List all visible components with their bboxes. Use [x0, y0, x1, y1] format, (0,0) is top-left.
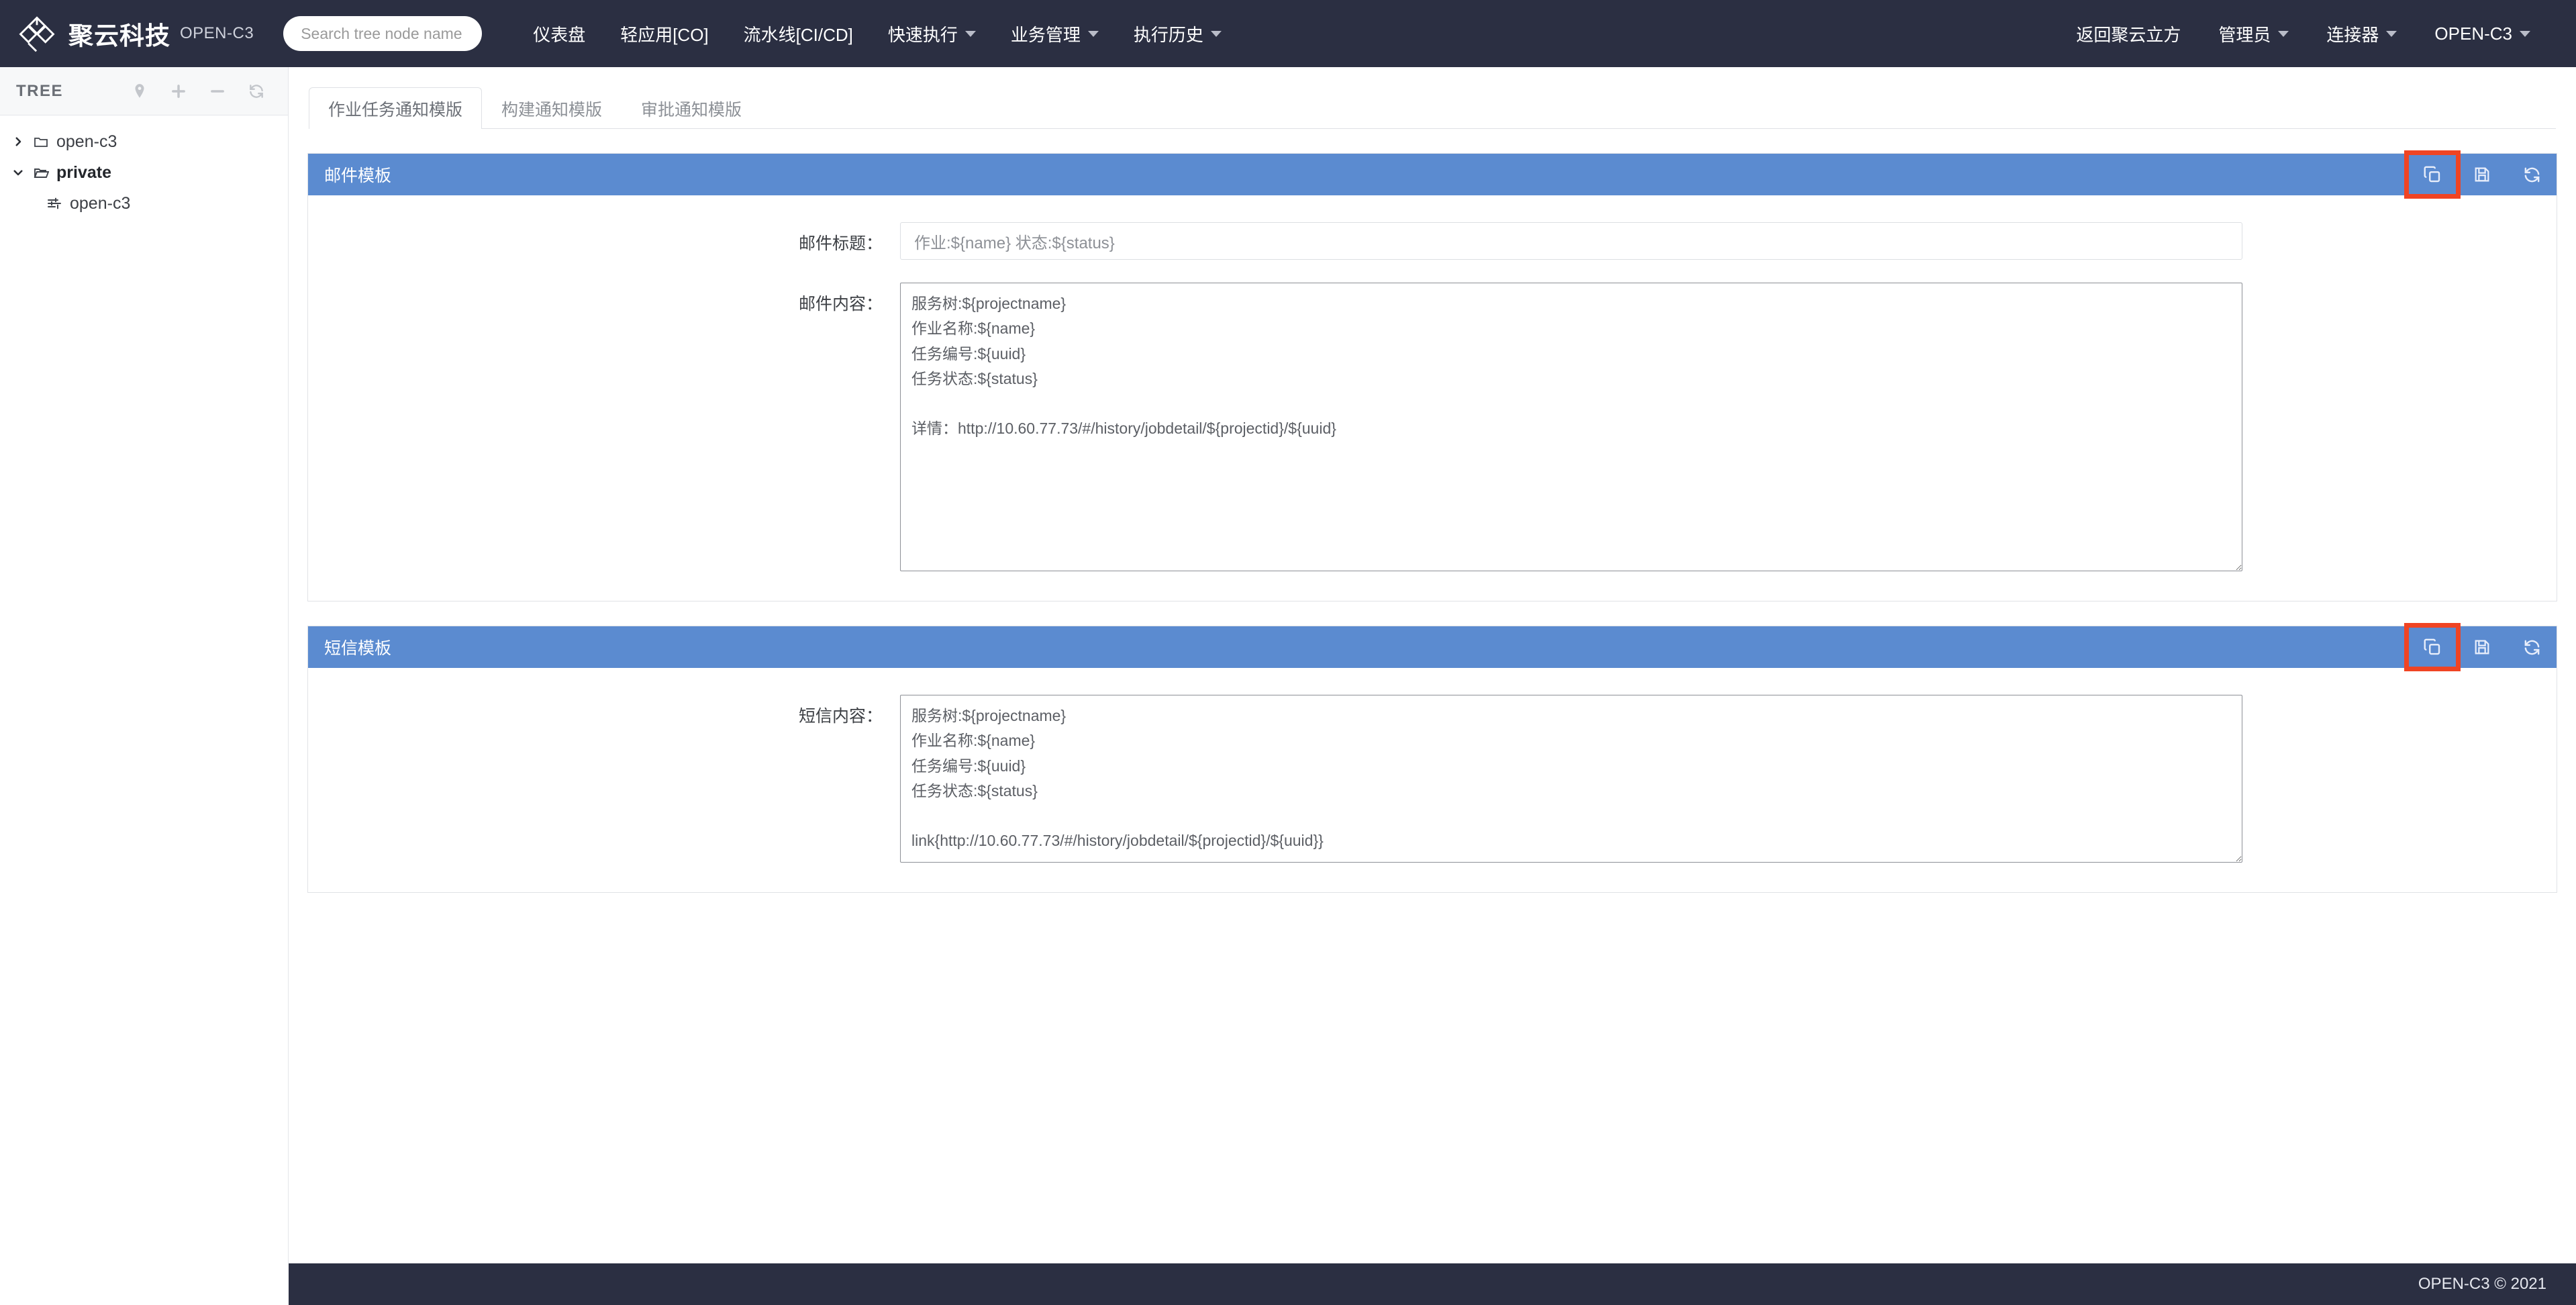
- page-footer: OPEN-C3 © 2021: [289, 1263, 2576, 1305]
- save-icon[interactable]: [2457, 626, 2507, 668]
- chevron-down-icon: [2278, 31, 2289, 37]
- folder-closed-icon: [30, 134, 52, 150]
- tab-label: 审批通知模版: [641, 97, 742, 121]
- tree-node-label: open-c3: [56, 134, 117, 150]
- secondary-nav-items: 返回聚云立方 管理员 连接器 OPEN-C3: [2057, 21, 2549, 46]
- nav-item-label: OPEN-C3: [2434, 23, 2512, 44]
- nav-item-quick-execute[interactable]: 快速执行: [871, 21, 993, 46]
- email-subject-input[interactable]: [900, 222, 2242, 260]
- nav-item-label: 流水线[CI/CD]: [744, 21, 853, 46]
- refresh-icon[interactable]: [2507, 154, 2557, 195]
- chevron-down-icon: [965, 31, 976, 37]
- nav-item-label: 仪表盘: [533, 21, 585, 46]
- email-content-textarea[interactable]: 服务树:${projectname} 作业名称:${name} 任务编号:${u…: [900, 283, 2242, 571]
- location-pin-icon[interactable]: [120, 72, 159, 111]
- refresh-icon[interactable]: [237, 72, 276, 111]
- nav-item-return-to-juyun[interactable]: 返回聚云立方: [2057, 21, 2199, 46]
- primary-nav-items: 仪表盘 轻应用[CO] 流水线[CI/CD] 快速执行 业务管理 执行历史: [515, 21, 1239, 46]
- footer-left-spacer: [0, 1263, 289, 1305]
- tab-label: 作业任务通知模版: [328, 97, 462, 121]
- main-content-area: 作业任务通知模版 构建通知模版 审批通知模版 邮件模板: [289, 67, 2576, 1305]
- sliders-icon: [43, 195, 66, 211]
- sms-panel-title: 短信模板: [324, 635, 391, 659]
- sms-panel-actions: [2408, 626, 2557, 668]
- nav-item-execution-history[interactable]: 执行历史: [1116, 21, 1239, 46]
- chevron-down-icon[interactable]: [7, 166, 30, 179]
- nav-item-light-app[interactable]: 轻应用[CO]: [603, 21, 726, 46]
- page-body: TREE: [0, 67, 2576, 1305]
- email-panel-header: 邮件模板: [308, 154, 2557, 195]
- email-template-panel: 邮件模板: [307, 153, 2557, 601]
- sms-template-panel: 短信模板: [307, 626, 2557, 893]
- nav-item-dashboard[interactable]: 仪表盘: [515, 21, 603, 46]
- tree-sidebar: TREE: [0, 67, 289, 1305]
- minus-icon[interactable]: [198, 72, 237, 111]
- nav-item-admin[interactable]: 管理员: [2199, 21, 2308, 46]
- footer-copyright: OPEN-C3 © 2021: [2418, 1275, 2546, 1294]
- brand-name-en: OPEN-C3: [180, 24, 254, 43]
- tree-panel-header: TREE: [0, 67, 288, 115]
- nav-item-business-management[interactable]: 业务管理: [993, 21, 1116, 46]
- email-panel-actions: [2408, 154, 2557, 195]
- sms-panel-body: 短信内容： 服务树:${projectname} 作业名称:${name} 任务…: [308, 668, 2557, 892]
- nav-item-label: 管理员: [2218, 21, 2271, 46]
- nav-item-label: 连接器: [2326, 21, 2379, 46]
- chevron-right-icon[interactable]: [7, 136, 30, 148]
- tab-approval-notification-template[interactable]: 审批通知模版: [622, 87, 761, 129]
- tree-node-private[interactable]: private: [0, 157, 288, 188]
- chevron-down-icon: [2520, 31, 2530, 37]
- tree-node-label: private: [56, 164, 111, 181]
- nav-item-label: 业务管理: [1011, 21, 1081, 46]
- sms-content-label: 短信内容：: [308, 695, 900, 727]
- copy-icon[interactable]: [2408, 154, 2457, 195]
- nav-item-pipeline[interactable]: 流水线[CI/CD]: [726, 21, 871, 46]
- open-c3-diamond-logo-icon: [17, 14, 56, 53]
- tree-node-open-c3-child[interactable]: open-c3: [0, 188, 288, 219]
- template-tabs: 作业任务通知模版 构建通知模版 审批通知模版: [309, 87, 2556, 129]
- tree-panel-title: TREE: [16, 82, 63, 101]
- brand-name-cn: 聚云科技: [68, 15, 170, 52]
- email-content-label: 邮件内容：: [308, 283, 900, 315]
- copy-icon[interactable]: [2408, 626, 2457, 668]
- email-panel-title: 邮件模板: [324, 162, 391, 187]
- tab-job-task-notification-template[interactable]: 作业任务通知模版: [309, 87, 482, 129]
- chevron-down-icon: [2386, 31, 2397, 37]
- email-subject-row: 邮件标题：: [308, 222, 2557, 260]
- search-container: [283, 16, 482, 51]
- sms-content-textarea[interactable]: 服务树:${projectname} 作业名称:${name} 任务编号:${u…: [900, 695, 2242, 863]
- folder-open-icon: [30, 164, 52, 181]
- nav-item-label: 执行历史: [1134, 21, 1203, 46]
- brand-logo-area[interactable]: 聚云科技 OPEN-C3: [17, 14, 254, 53]
- tree-node-open-c3-root[interactable]: open-c3: [0, 126, 288, 157]
- chevron-down-icon: [1211, 31, 1222, 37]
- chevron-down-icon: [1088, 31, 1099, 37]
- nav-item-user-menu[interactable]: OPEN-C3: [2416, 23, 2549, 44]
- nav-item-label: 快速执行: [888, 21, 958, 46]
- email-panel-body: 邮件标题： 邮件内容： 服务树:${projectname} 作业名称:${na…: [308, 195, 2557, 601]
- plus-icon[interactable]: [159, 72, 198, 111]
- nav-item-connector[interactable]: 连接器: [2308, 21, 2416, 46]
- search-input[interactable]: [283, 16, 482, 51]
- tab-label: 构建通知模版: [501, 97, 602, 121]
- email-content-row: 邮件内容： 服务树:${projectname} 作业名称:${name} 任务…: [308, 283, 2557, 571]
- sms-panel-header: 短信模板: [308, 626, 2557, 668]
- tree-node-list: open-c3 private: [0, 115, 288, 219]
- email-subject-label: 邮件标题：: [308, 222, 900, 254]
- tree-node-label: open-c3: [70, 195, 130, 212]
- sms-content-row: 短信内容： 服务树:${projectname} 作业名称:${name} 任务…: [308, 695, 2557, 863]
- tab-build-notification-template[interactable]: 构建通知模版: [482, 87, 622, 129]
- save-icon[interactable]: [2457, 154, 2507, 195]
- tree-toolbar: [120, 72, 276, 111]
- nav-item-label: 返回聚云立方: [2076, 21, 2181, 46]
- nav-item-label: 轻应用[CO]: [620, 21, 708, 46]
- top-navigation-bar: 聚云科技 OPEN-C3 仪表盘 轻应用[CO] 流水线[CI/CD] 快速执行…: [0, 0, 2576, 67]
- refresh-icon[interactable]: [2507, 626, 2557, 668]
